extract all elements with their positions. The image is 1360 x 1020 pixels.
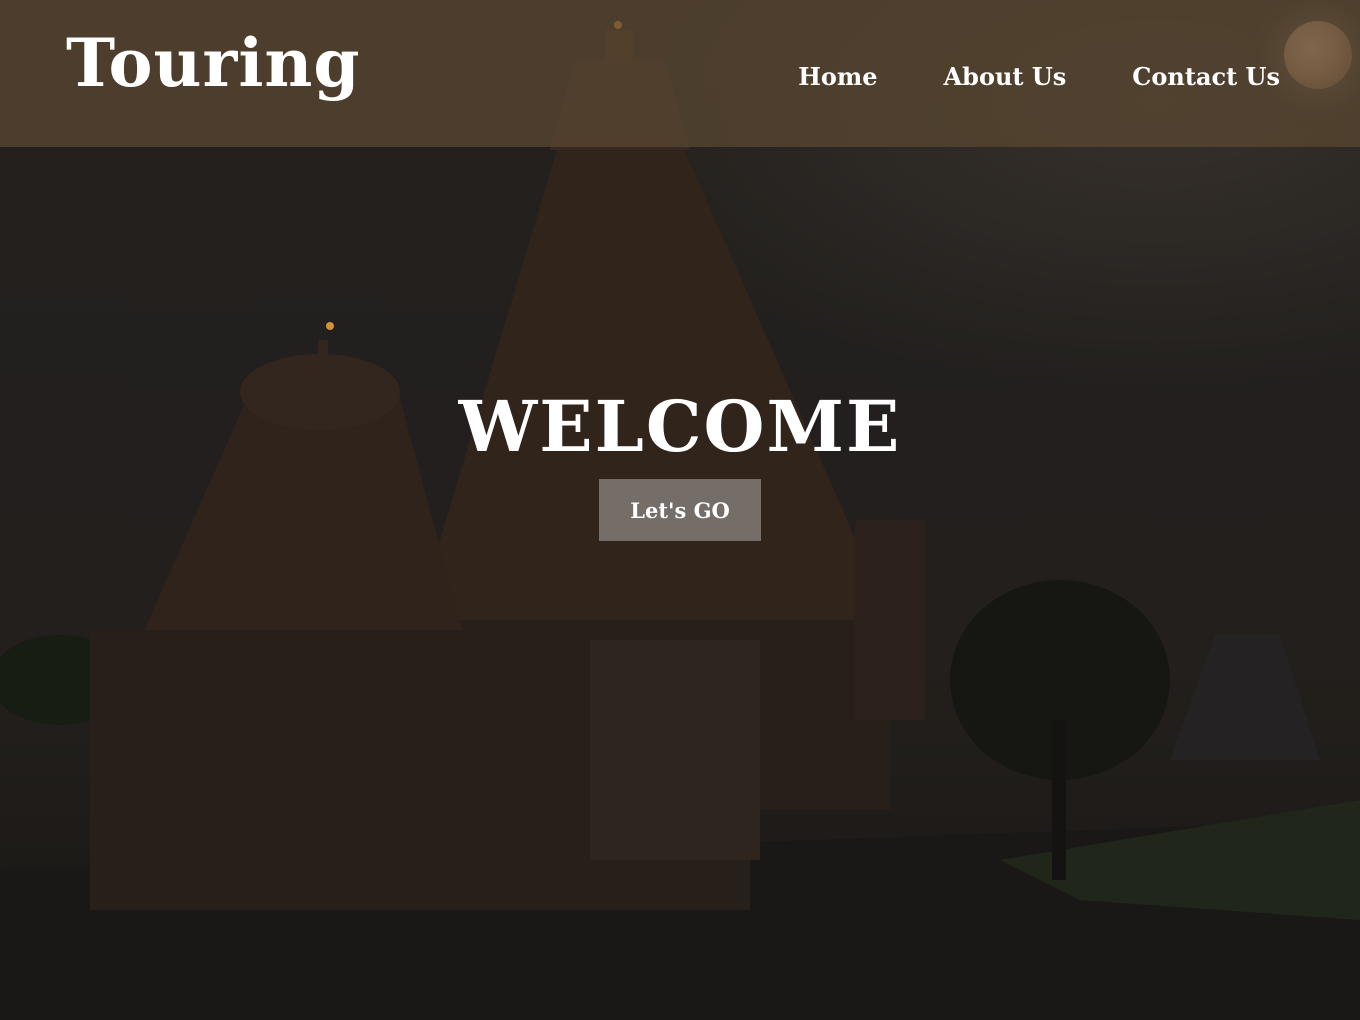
lets-go-button[interactable]: Let's GO [599,479,761,541]
welcome-heading: WELCOME [458,385,902,468]
nav-home-link[interactable]: Home [798,62,877,91]
brand-logo[interactable]: Touring [66,30,361,96]
nav-about-link[interactable]: About Us [944,62,1067,91]
nav-contact-link[interactable]: Contact Us [1132,62,1280,91]
main-nav: Home About Us Contact Us [798,62,1280,91]
site-header: Touring Home About Us Contact Us [0,0,1360,147]
